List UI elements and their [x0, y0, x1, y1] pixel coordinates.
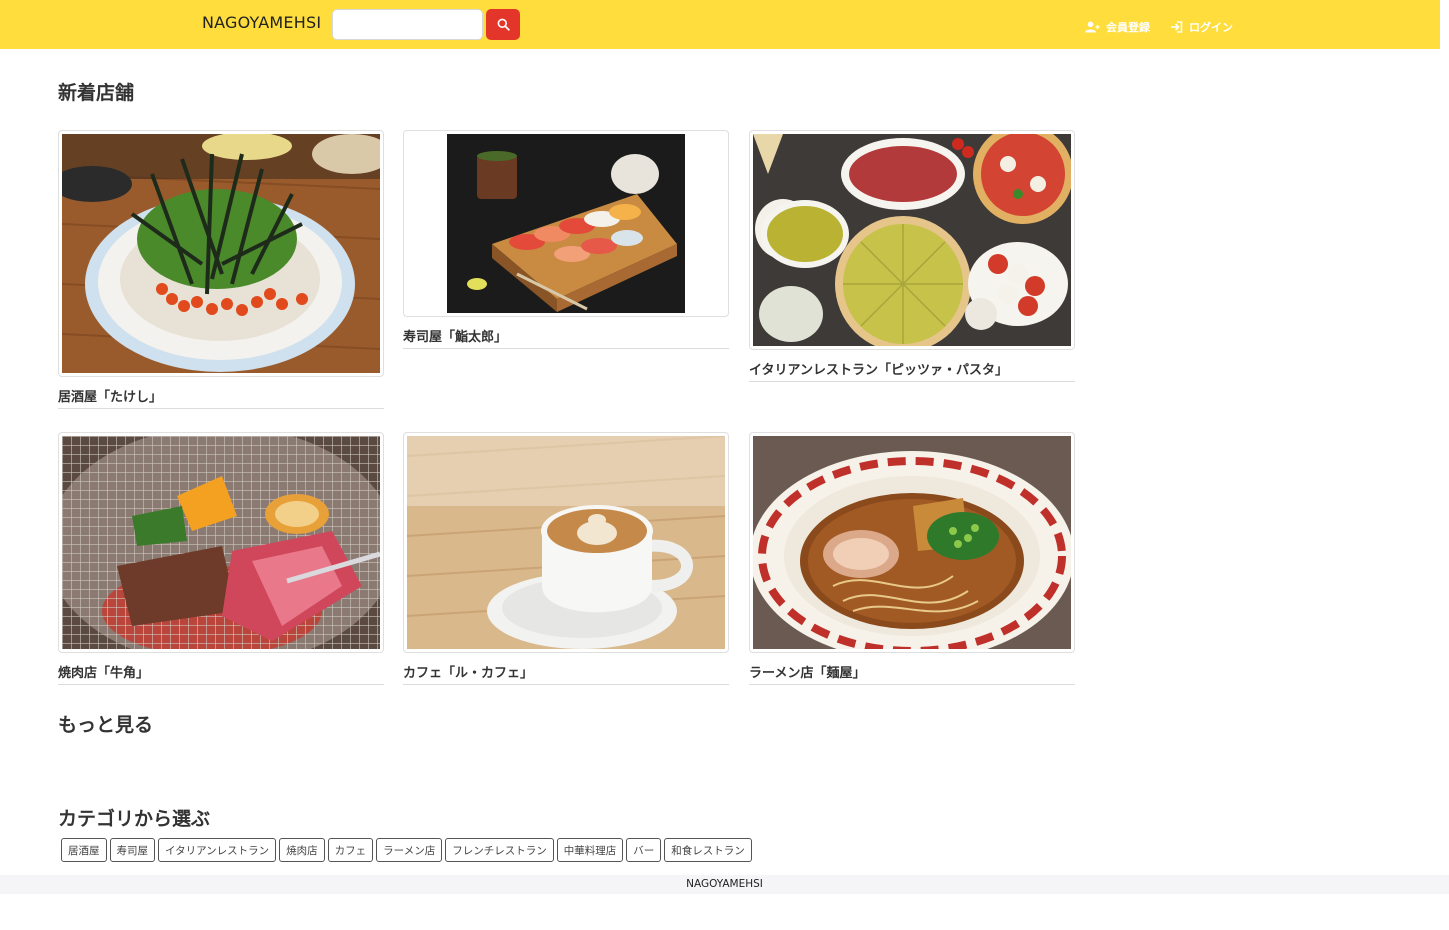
- latte-art-photo: [407, 436, 725, 649]
- login-icon: [1171, 21, 1183, 33]
- grilled-beef-photo: [62, 436, 380, 649]
- user-plus-icon: [1085, 21, 1100, 33]
- category-button[interactable]: バー: [626, 838, 662, 862]
- shop-image-frame[interactable]: [58, 130, 384, 377]
- category-button[interactable]: 和食レストラン: [664, 838, 752, 862]
- shop-card[interactable]: 焼肉店「牛角」: [58, 432, 384, 685]
- category-button[interactable]: フレンチレストラン: [445, 838, 554, 862]
- ikura-chirashi-bowl-photo: [62, 134, 380, 373]
- categories-title: カテゴリから選ぶ: [58, 808, 211, 830]
- login-label: ログイン: [1189, 21, 1233, 34]
- signup-link[interactable]: 会員登録: [1085, 19, 1150, 35]
- category-button-list: 居酒屋 寿司屋 イタリアンレストラン 焼肉店 カフェ ラーメン店 フレンチレスト…: [61, 838, 755, 862]
- shop-card[interactable]: イタリアンレストラン「ピッツァ・パスタ」: [749, 130, 1075, 382]
- shop-image-frame[interactable]: [749, 130, 1075, 350]
- shop-name[interactable]: カフェ「ル・カフェ」: [403, 653, 729, 685]
- signup-label: 会員登録: [1106, 21, 1150, 34]
- ramen-bowl-photo: [753, 436, 1071, 649]
- shop-image-frame[interactable]: [58, 432, 384, 653]
- category-button[interactable]: 居酒屋: [61, 838, 107, 862]
- category-button[interactable]: イタリアンレストラン: [158, 838, 277, 862]
- category-button[interactable]: ラーメン店: [376, 838, 443, 862]
- shop-card[interactable]: ラーメン店「麺屋」: [749, 432, 1075, 685]
- shop-name[interactable]: ラーメン店「麺屋」: [749, 653, 1075, 685]
- shop-name[interactable]: 焼肉店「牛角」: [58, 653, 384, 685]
- see-more-link[interactable]: もっと見る: [58, 710, 153, 737]
- shop-image-frame[interactable]: [403, 130, 729, 317]
- category-button[interactable]: 中華料理店: [556, 838, 624, 862]
- shop-card[interactable]: カフェ「ル・カフェ」: [403, 432, 729, 685]
- category-button[interactable]: 焼肉店: [279, 838, 325, 862]
- brand-logo[interactable]: NAGOYAMEHSI: [202, 13, 321, 32]
- sushi-platter-photo: [407, 134, 725, 313]
- login-link[interactable]: ログイン: [1170, 19, 1233, 35]
- search-button[interactable]: [486, 9, 520, 40]
- search-input[interactable]: [332, 9, 483, 40]
- shop-name[interactable]: イタリアンレストラン「ピッツァ・パスタ」: [749, 350, 1075, 382]
- category-button[interactable]: 寿司屋: [109, 838, 155, 862]
- pizza-pasta-spread-photo: [753, 134, 1071, 346]
- shop-image-frame[interactable]: [403, 432, 729, 653]
- footer-brand: NAGOYAMEHSI: [686, 878, 763, 890]
- shop-name[interactable]: 寿司屋「鮨太郎」: [403, 317, 729, 349]
- shop-card[interactable]: 居酒屋「たけし」: [58, 130, 384, 409]
- shop-card[interactable]: 寿司屋「鮨太郎」: [403, 130, 729, 349]
- footer: NAGOYAMEHSI: [0, 875, 1449, 894]
- search-icon: [497, 18, 510, 31]
- shop-image-frame[interactable]: [749, 432, 1075, 653]
- shop-name[interactable]: 居酒屋「たけし」: [58, 377, 384, 409]
- navbar: NAGOYAMEHSI 会員登録 ログイン: [0, 0, 1440, 49]
- new-shops-title: 新着店舗: [58, 82, 135, 104]
- category-button[interactable]: カフェ: [327, 838, 374, 862]
